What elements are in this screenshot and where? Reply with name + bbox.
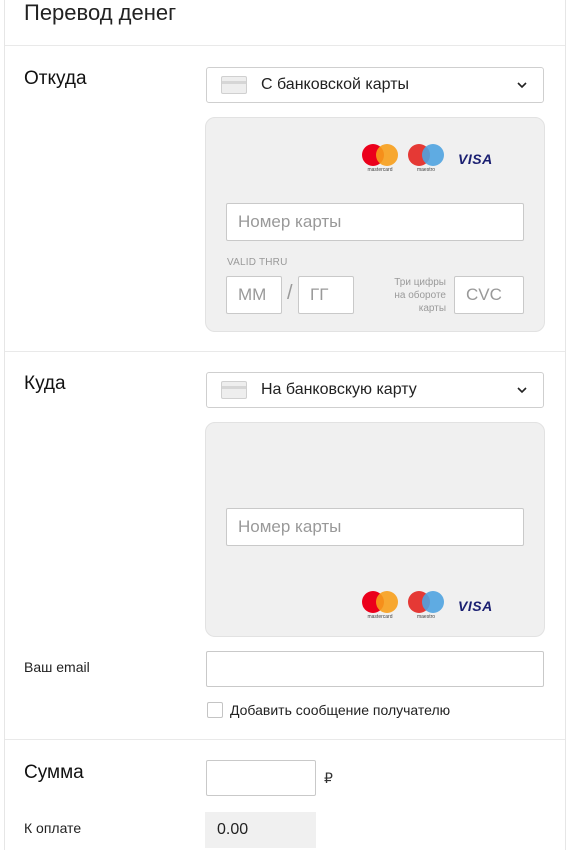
expiry-month-input[interactable]: ММ	[226, 276, 282, 314]
email-input[interactable]	[206, 651, 544, 687]
visa-logo: VISA	[458, 151, 493, 167]
page-title: Перевод денег	[24, 0, 177, 25]
payment-logos: mastercard maestro VISA	[362, 144, 493, 174]
maestro-caption: maestro	[416, 614, 436, 620]
to-pay-label: К оплате	[24, 820, 82, 836]
chevron-down-icon	[517, 82, 527, 89]
divider	[5, 739, 565, 740]
to-destination-select[interactable]: На банковскую карту	[206, 372, 544, 408]
divider	[5, 351, 565, 352]
expiry-separator: /	[287, 282, 293, 304]
bank-card-icon	[221, 381, 247, 399]
currency-ruble: ₽	[324, 770, 333, 786]
mastercard-logo-icon: mastercard	[362, 144, 398, 174]
to-select-value: На банковскую карту	[261, 381, 417, 398]
visa-logo: VISA	[458, 598, 493, 614]
add-message-checkbox[interactable]	[207, 702, 223, 718]
from-select-value: С банковской карты	[261, 76, 410, 93]
cvc-hint-line: карты	[418, 303, 446, 314]
maestro-caption: maestro	[416, 167, 436, 173]
cvc-hint-line: на обороте	[394, 290, 446, 301]
chevron-down-icon	[517, 387, 527, 394]
add-message-label[interactable]: Добавить сообщение получателю	[230, 702, 450, 718]
mastercard-logo-icon: mastercard	[362, 591, 398, 621]
from-card-panel: mastercard maestro VISA Номер карты VALI…	[205, 117, 545, 332]
mastercard-caption: mastercard	[367, 167, 393, 173]
email-label: Ваш email	[24, 659, 90, 675]
mastercard-caption: mastercard	[367, 614, 393, 620]
to-card-number-input[interactable]: Номер карты	[226, 508, 524, 546]
to-card-panel: Номер карты mastercard maestro VISA	[205, 422, 545, 637]
expiry-year-input[interactable]: ГГ	[298, 276, 354, 314]
valid-thru-label: VALID THRU	[227, 257, 288, 268]
from-source-select[interactable]: С банковской карты	[206, 67, 544, 103]
to-label: Куда	[24, 373, 66, 394]
from-card-number-input[interactable]: Номер карты	[226, 203, 524, 241]
from-label: Откуда	[24, 68, 87, 89]
cvc-hint: Три цифры на обороте карты	[374, 276, 446, 315]
payment-logos: mastercard maestro VISA	[362, 591, 493, 621]
maestro-logo-icon: maestro	[408, 591, 444, 621]
divider	[5, 45, 565, 46]
cvc-input[interactable]: CVC	[454, 276, 524, 314]
cvc-hint-line: Три цифры	[394, 277, 446, 288]
amount-label: Сумма	[24, 762, 84, 783]
to-pay-value: 0.00	[205, 812, 316, 848]
maestro-logo-icon: maestro	[408, 144, 444, 174]
bank-card-icon	[221, 76, 247, 94]
amount-input[interactable]	[206, 760, 316, 796]
